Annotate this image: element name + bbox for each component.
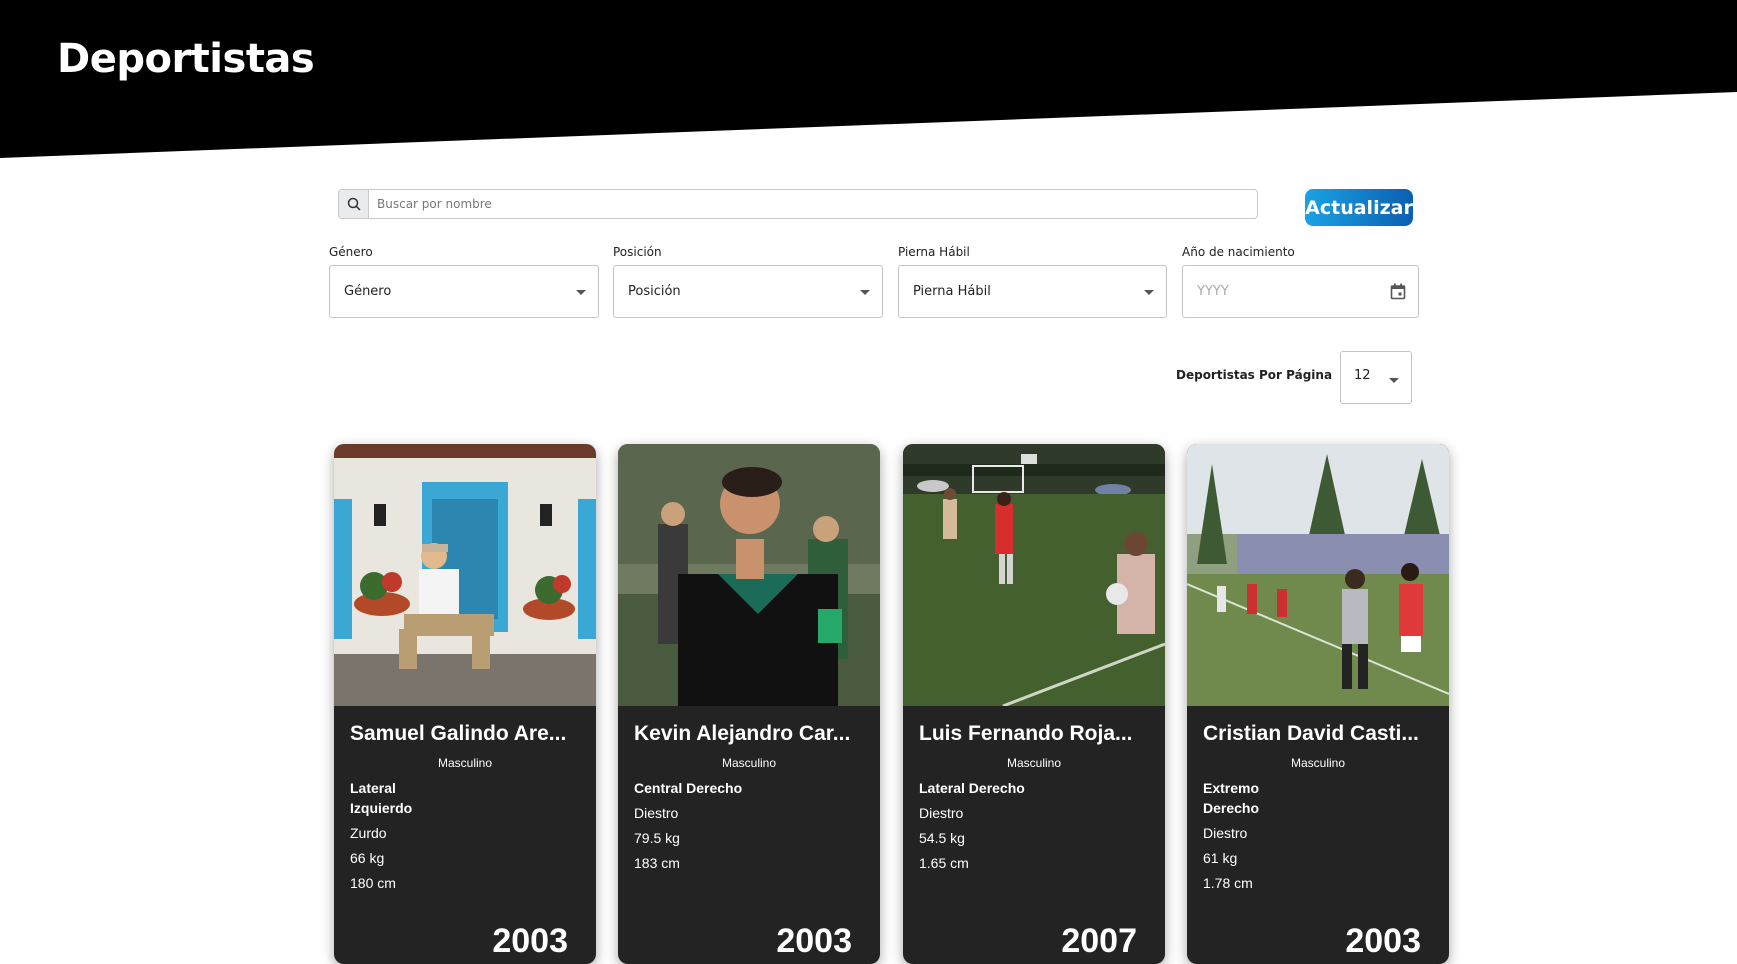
birth-year-filter-label: Año de nacimiento (1182, 245, 1295, 259)
foot-select-value: Pierna Hábil (913, 284, 991, 299)
athlete-card[interactable]: Cristian David Casti... Masculino Extrem… (1187, 444, 1449, 964)
birth-year-input[interactable]: YYYY (1182, 265, 1419, 318)
per-page-label: Deportistas Por Página (1176, 368, 1333, 382)
athlete-foot: Zurdo (350, 825, 387, 841)
athlete-gender: Masculino (437, 756, 493, 770)
chevron-down-icon (1144, 290, 1154, 295)
update-button[interactable]: Actualizar (1305, 189, 1413, 226)
athlete-weight: 61 kg (1203, 850, 1238, 866)
athlete-birth-year: 2007 (1061, 922, 1137, 960)
chevron-down-icon (1389, 378, 1399, 383)
search-bar (338, 189, 1258, 219)
athlete-gender: Masculino (1006, 756, 1062, 770)
athlete-foot: Diestro (919, 805, 964, 821)
athlete-height: 183 cm (634, 855, 680, 871)
athlete-birth-year: 2003 (776, 922, 852, 960)
athlete-position: Central Derecho (634, 780, 743, 796)
position-select-value: Posición (628, 284, 681, 299)
chevron-down-icon (860, 290, 870, 295)
athlete-photo (1187, 444, 1449, 706)
athlete-position: Extremo Derecho (1203, 780, 1260, 816)
birth-year-placeholder: YYYY (1197, 284, 1229, 299)
per-page-select[interactable]: 12 (1340, 351, 1412, 404)
athlete-gender: Masculino (721, 756, 777, 770)
athlete-birth-year: 2003 (492, 922, 568, 960)
athlete-card[interactable]: Samuel Galindo Are... Masculino Lateral … (334, 444, 596, 964)
athlete-card[interactable]: Luis Fernando Roja... Masculino Lateral … (903, 444, 1165, 964)
athlete-name: Cristian David Casti... (1203, 722, 1419, 745)
gender-filter-label: Género (329, 245, 373, 259)
athlete-name: Luis Fernando Roja... (919, 722, 1133, 745)
calendar-icon[interactable] (1390, 283, 1406, 304)
foot-filter-label: Pierna Hábil (898, 245, 970, 259)
athlete-photo (334, 444, 596, 706)
page-title: Deportistas (57, 36, 315, 82)
birth-year-filter: Año de nacimiento YYYY (1182, 245, 1419, 318)
athlete-position: Lateral Derecho (919, 780, 1025, 796)
athlete-height: 180 cm (350, 875, 396, 891)
foot-select[interactable]: Pierna Hábil (898, 265, 1167, 318)
athlete-name: Kevin Alejandro Car... (634, 722, 851, 745)
athlete-birth-year: 2003 (1345, 922, 1421, 960)
gender-select[interactable]: Género (329, 265, 599, 318)
foot-filter: Pierna Hábil Pierna Hábil (898, 245, 1167, 318)
athlete-weight: 54.5 kg (919, 830, 965, 846)
athlete-foot: Diestro (634, 805, 679, 821)
athlete-weight: 79.5 kg (634, 830, 680, 846)
position-select[interactable]: Posición (613, 265, 883, 318)
athlete-card[interactable]: Kevin Alejandro Car... Masculino Central… (618, 444, 880, 964)
athlete-photo (618, 444, 880, 706)
position-filter: Posición Posición (613, 245, 883, 318)
position-filter-label: Posición (613, 245, 662, 259)
athlete-weight: 66 kg (350, 850, 385, 866)
athlete-gender: Masculino (1290, 756, 1346, 770)
per-page-value: 12 (1354, 368, 1371, 383)
page-header: Deportistas (0, 0, 1737, 160)
gender-filter: Género Género (329, 245, 599, 318)
athlete-position: Lateral Izquierdo (350, 780, 413, 816)
athlete-height: 1.78 cm (1203, 875, 1253, 891)
search-icon[interactable] (339, 190, 369, 218)
athlete-name: Samuel Galindo Are... (350, 722, 567, 745)
gender-select-value: Género (344, 284, 392, 299)
chevron-down-icon (576, 290, 586, 295)
athlete-height: 1.65 cm (919, 855, 969, 871)
search-input[interactable] (369, 190, 1257, 218)
athlete-photo (903, 444, 1165, 706)
athlete-foot: Diestro (1203, 825, 1248, 841)
